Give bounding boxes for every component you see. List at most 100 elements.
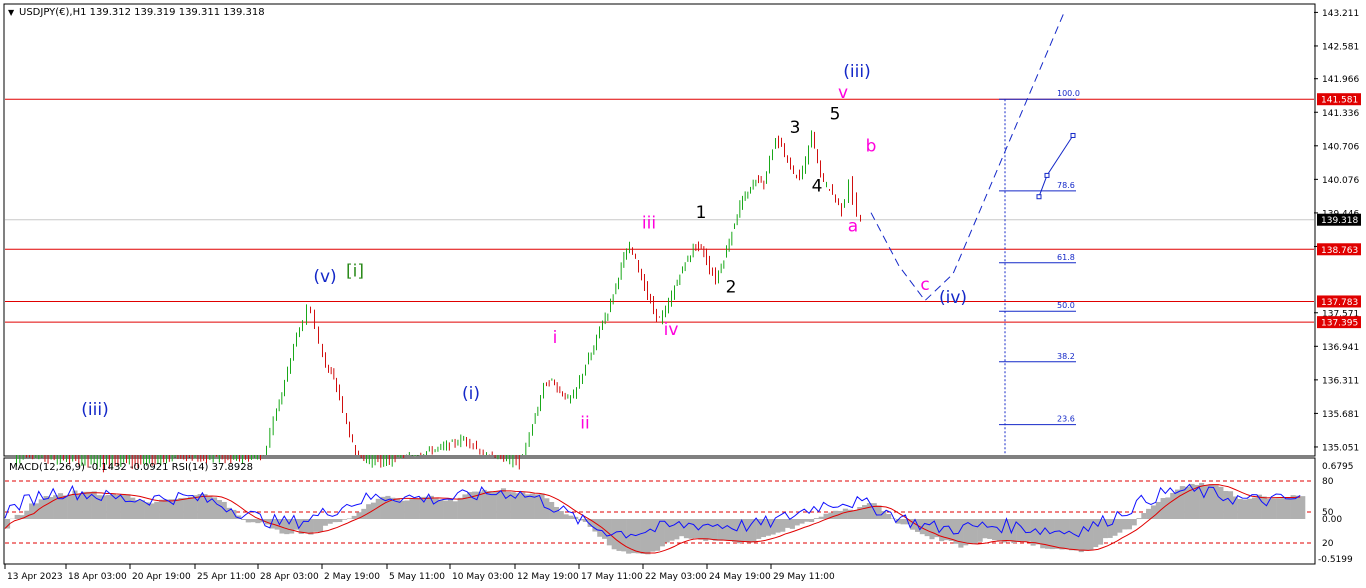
macd-histogram-bar xyxy=(842,508,848,519)
wave-label: 3 xyxy=(790,118,801,138)
macd-histogram-bar xyxy=(486,491,492,519)
macd-histogram-bar xyxy=(813,518,820,519)
macd-histogram-bar xyxy=(317,519,324,532)
macd-histogram-bar xyxy=(250,519,256,523)
wave-label: 2 xyxy=(726,278,737,298)
macd-histogram-bar xyxy=(1276,498,1282,519)
macd-histogram-bar xyxy=(231,509,237,519)
macd-histogram-bar xyxy=(1247,498,1253,519)
macd-histogram-bar xyxy=(404,500,410,519)
rsi-axis-20: 20 xyxy=(1322,539,1334,549)
macd-histogram-bar xyxy=(669,519,675,541)
macd-histogram-bar xyxy=(982,519,988,539)
macd-histogram-bar xyxy=(876,505,882,519)
macd-histogram-bar xyxy=(149,503,155,519)
fib-level-label: 61.8 xyxy=(1057,253,1075,262)
price-axis: 143.211 142.581 141.966 141.336 140.706 140.0… xyxy=(1314,9,1359,453)
macd-histogram-bar xyxy=(563,514,569,519)
fib-level-label: 38.2 xyxy=(1057,352,1075,361)
macd-histogram-bar xyxy=(630,519,637,554)
x-tick-label: 13 Apr 2023 xyxy=(7,572,63,582)
wave-label: iv xyxy=(664,320,679,340)
macd-histogram-bar xyxy=(958,519,964,548)
y-tick-label: 140.706 xyxy=(1322,142,1359,152)
macd-histogram-bar xyxy=(399,500,405,519)
fib-level-label: 50.0 xyxy=(1057,301,1075,310)
macd-histogram-bar xyxy=(106,494,112,519)
macd-axis-zero: 0.00 xyxy=(1322,515,1342,525)
y-tick-label: 135.051 xyxy=(1322,443,1359,453)
macd-histogram-bar xyxy=(29,503,35,519)
macd-histogram-bar xyxy=(1218,486,1224,519)
macd-histogram-bar xyxy=(1030,519,1036,546)
macd-axis-top: 0.6795 xyxy=(1322,462,1354,472)
x-tick-label: 28 Apr 03:00 xyxy=(260,572,319,582)
macd-histogram-bar xyxy=(785,519,791,528)
macd-histogram-bar xyxy=(284,519,290,535)
macd-histogram-bar xyxy=(1271,498,1277,519)
macd-histogram-bar xyxy=(178,497,184,519)
macd-histogram-bar xyxy=(1213,485,1219,519)
macd-histogram-bar xyxy=(327,519,333,524)
macd-histogram-bar xyxy=(659,519,665,547)
macd-histogram-bar xyxy=(635,519,641,554)
macd-histogram-bar xyxy=(1131,519,1137,526)
macd-histogram-bar xyxy=(342,519,348,520)
macd-histogram-bar xyxy=(693,519,699,539)
level-badge-label: 141.581 xyxy=(1321,96,1358,106)
macd-histogram-bar xyxy=(558,511,564,519)
macd-histogram-bar xyxy=(722,519,728,541)
wave-label: i xyxy=(553,328,558,348)
macd-histogram-bar xyxy=(187,496,194,519)
wave-label: a xyxy=(848,216,858,236)
macd-histogram-bar xyxy=(1025,519,1031,542)
header-arrow[interactable]: ▼ xyxy=(8,8,15,17)
wave-label: (i) xyxy=(462,384,480,404)
wave-label: 4 xyxy=(812,176,823,196)
wave-label: (v) xyxy=(313,267,336,287)
macd-histogram-bar xyxy=(1117,519,1123,533)
macd-histogram-bar xyxy=(727,519,733,541)
y-tick-label: 135.681 xyxy=(1322,410,1359,420)
projection-handle xyxy=(1070,132,1076,138)
macd-histogram-bar xyxy=(163,499,170,519)
macd-histogram-bar xyxy=(683,519,690,539)
macd-histogram-bar xyxy=(804,519,810,522)
level-badge-label: 137.783 xyxy=(1321,298,1358,308)
macd-histogram-bar xyxy=(14,514,20,519)
wave-label: (iii) xyxy=(843,62,870,82)
y-tick-label: 141.966 xyxy=(1322,75,1359,85)
macd-histogram-bar xyxy=(1083,519,1089,551)
wave-label: 5 xyxy=(830,104,841,124)
macd-histogram-bar xyxy=(760,519,767,538)
macd-histogram-bar xyxy=(135,500,141,519)
macd-histogram-bar xyxy=(1136,518,1142,519)
x-tick-label: 25 Apr 11:00 xyxy=(197,572,256,582)
macd-histogram-bar xyxy=(736,519,742,544)
y-tick-label: 136.311 xyxy=(1322,376,1359,386)
wave-label: ii xyxy=(580,413,589,433)
macd-histogram-bar xyxy=(67,494,73,519)
y-tick-label: 142.581 xyxy=(1322,42,1359,52)
x-tick-label: 18 Apr 03:00 xyxy=(68,572,127,582)
x-tick-label: 24 May 19:00 xyxy=(709,572,771,582)
x-tick-label: 17 May 11:00 xyxy=(581,572,643,582)
y-tick-label: 143.211 xyxy=(1322,9,1359,19)
macd-histogram-bar xyxy=(1285,497,1291,519)
macd-histogram-bar xyxy=(110,493,117,519)
macd-histogram-bar xyxy=(62,495,68,519)
macd-histogram-bar xyxy=(1227,491,1234,519)
wave-label: 1 xyxy=(696,203,707,223)
macd-histogram-bar xyxy=(655,519,661,551)
wave-label: (iii) xyxy=(81,400,108,420)
macd-histogram-bar xyxy=(438,499,444,519)
macd-histogram-bar xyxy=(809,519,815,523)
wave-label: [i] xyxy=(346,262,364,282)
macd-histogram-bar xyxy=(452,501,458,519)
current-price-label: 139.318 xyxy=(1321,216,1358,226)
wave-label: iii xyxy=(642,214,656,234)
time-axis: 13 Apr 2023 18 Apr 03:00 20 Apr 19:00 25 Ap… xyxy=(4,564,835,582)
macd-histogram-bar xyxy=(240,519,247,520)
macd-histogram-bar xyxy=(1261,496,1267,519)
macd-histogram-bar xyxy=(443,500,449,519)
